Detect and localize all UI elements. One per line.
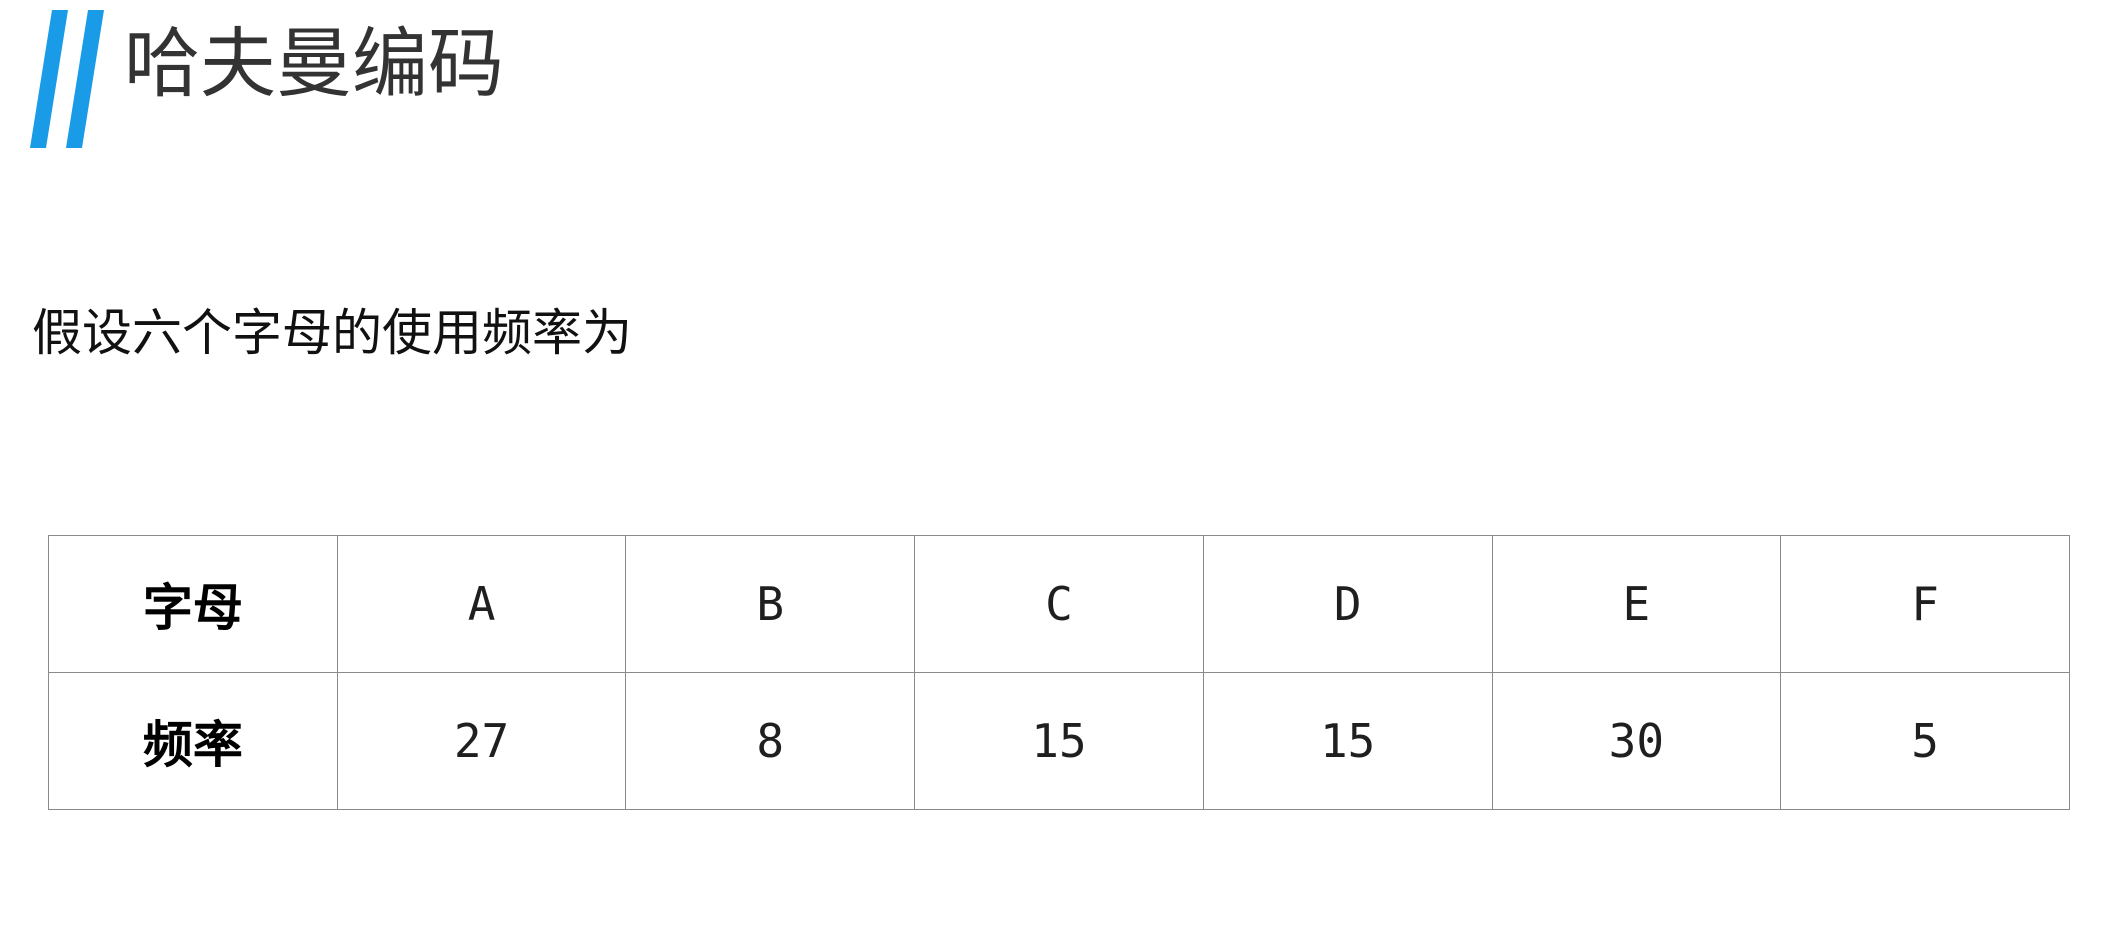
table-cell: D: [1202, 535, 1493, 673]
table-row-letters: 字母 A B C D E F: [48, 535, 2070, 673]
slash-bar-left: [30, 10, 68, 148]
intro-text: 假设六个字母的使用频率为: [32, 304, 632, 362]
table-cell: 15: [914, 672, 1204, 810]
table-cell: 30: [1491, 672, 1782, 810]
row-header-letter: 字母: [48, 535, 338, 673]
frequency-table: 字母 A B C D E F 频率 27 8 15 15 30 5: [48, 535, 2070, 810]
table-cell: 8: [625, 672, 916, 810]
table-cell: 27: [336, 672, 627, 810]
table-cell: B: [625, 535, 916, 673]
table-cell: A: [336, 535, 627, 673]
slash-bar-right: [66, 10, 104, 148]
table-cell: 15: [1202, 672, 1493, 810]
table-cell: F: [1780, 535, 2070, 673]
row-header-frequency: 频率: [48, 672, 338, 810]
page-title: 哈夫曼编码: [124, 19, 504, 108]
table-row-frequencies: 频率 27 8 15 15 30 5: [48, 672, 2070, 810]
double-slash-icon: [30, 10, 104, 148]
slide: 哈夫曼编码 假设六个字母的使用频率为 字母 A B C D E F 频率 27 …: [0, 0, 2111, 942]
table-cell: E: [1491, 535, 1782, 673]
table-cell: C: [914, 535, 1204, 673]
table-cell: 5: [1780, 672, 2070, 810]
